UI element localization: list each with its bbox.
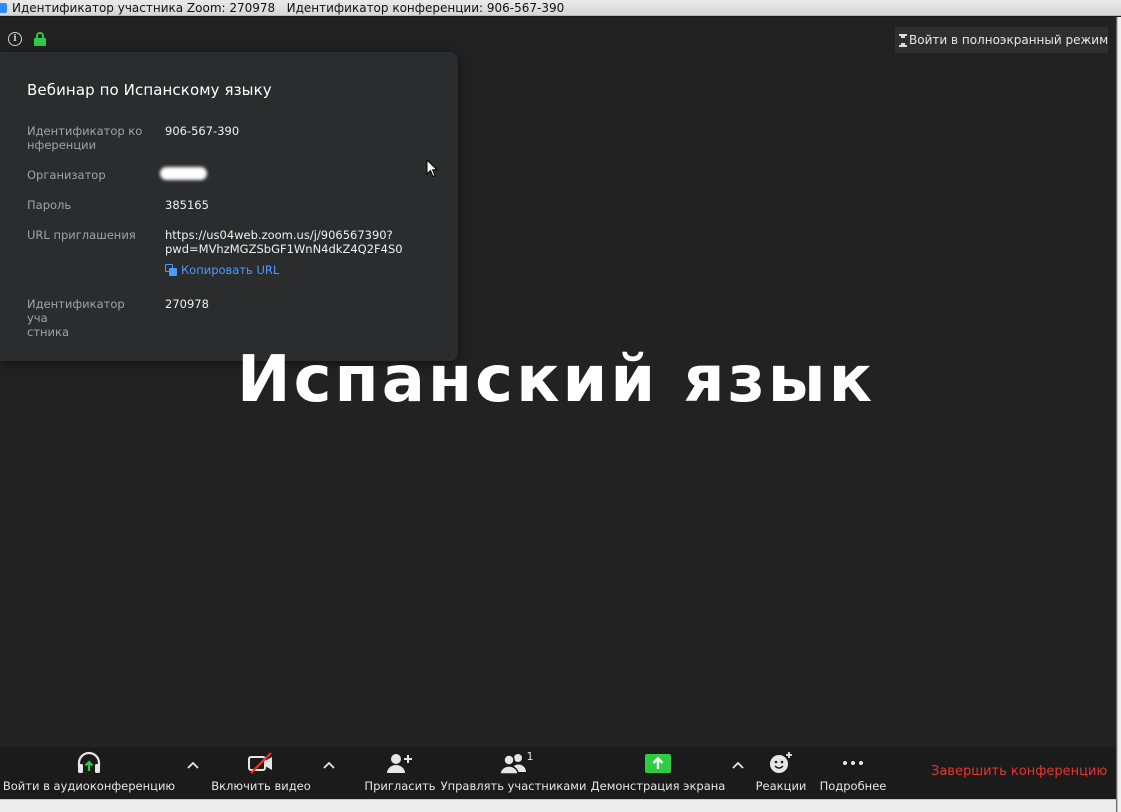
host-name-redacted	[160, 167, 207, 180]
more-dots-icon	[842, 747, 864, 779]
window-title: Идентификатор участника Zoom: 270978 Иде…	[12, 0, 565, 15]
reactions-label: Реакции	[755, 779, 807, 793]
meeting-status-icons: i	[8, 32, 46, 46]
join-audio-button[interactable]: Войти в аудиоконференцию	[0, 747, 178, 799]
participant-id-label: Идентификатор уча стника	[27, 297, 125, 339]
participants-icon: 1	[498, 747, 534, 779]
start-video-label: Включить видео	[211, 779, 311, 793]
more-button[interactable]: Подробнее	[815, 747, 891, 799]
meeting-toolbar: Войти в аудиоконференцию Включить видео …	[0, 747, 1116, 799]
share-screen-icon	[644, 747, 672, 779]
copy-icon	[165, 264, 177, 276]
video-off-icon	[247, 747, 275, 779]
fullscreen-button[interactable]: Войти в полноэкранный режим	[895, 27, 1108, 53]
copy-url-button[interactable]: Копировать URL	[165, 263, 279, 277]
join-audio-label: Войти в аудиоконференцию	[2, 779, 176, 793]
meeting-title: Вебинар по Испанскому языку	[27, 81, 272, 99]
lock-icon[interactable]	[34, 32, 46, 46]
invite-button[interactable]: Пригласить	[364, 747, 436, 799]
audio-options-chevron-icon[interactable]	[186, 758, 200, 772]
shared-screen-text: Испанский язык	[237, 343, 876, 417]
share-screen-button[interactable]: Демонстрация экрана	[590, 747, 726, 799]
reactions-button[interactable]: Реакции	[753, 747, 809, 799]
info-icon[interactable]: i	[8, 32, 22, 46]
reaction-emoji-icon	[768, 747, 794, 779]
headphones-icon	[76, 747, 102, 779]
share-screen-label: Демонстрация экрана	[590, 779, 726, 793]
zoom-app-icon	[0, 2, 7, 13]
add-user-icon	[386, 747, 414, 779]
copy-url-label: Копировать URL	[181, 263, 280, 277]
password-label: Пароль	[27, 198, 72, 212]
fullscreen-label: Войти в полноэкранный режим	[909, 33, 1109, 47]
manage-participants-label: Управлять участниками	[440, 779, 587, 793]
start-video-button[interactable]: Включить видео	[208, 747, 314, 799]
taskbar-strip	[0, 799, 1116, 812]
host-label: Организатор	[27, 168, 106, 182]
invite-url-value: https://us04web.zoom.us/j/906567390? pwd…	[165, 228, 403, 256]
participant-id-value: 270978	[165, 297, 209, 311]
password-value: 385165	[165, 198, 209, 212]
meeting-id-value: 906-567-390	[165, 124, 240, 138]
share-options-chevron-icon[interactable]	[731, 758, 745, 772]
window-titlebar: Идентификатор участника Zoom: 270978 Иде…	[0, 0, 1121, 16]
meeting-id-label: Идентификатор ко нференции	[27, 124, 143, 152]
more-label: Подробнее	[819, 779, 887, 793]
manage-participants-button[interactable]: 1 Управлять участниками	[440, 747, 587, 799]
window-edge	[1116, 17, 1121, 812]
meeting-info-panel: Вебинар по Испанскому языку Идентификато…	[0, 52, 458, 361]
end-meeting-button[interactable]: Завершить конференцию	[931, 764, 1107, 779]
video-options-chevron-icon[interactable]	[322, 758, 336, 772]
participants-count: 1	[526, 750, 534, 763]
mouse-cursor-icon	[426, 159, 438, 178]
invite-label: Пригласить	[364, 779, 436, 793]
invite-url-label: URL приглашения	[27, 228, 136, 242]
